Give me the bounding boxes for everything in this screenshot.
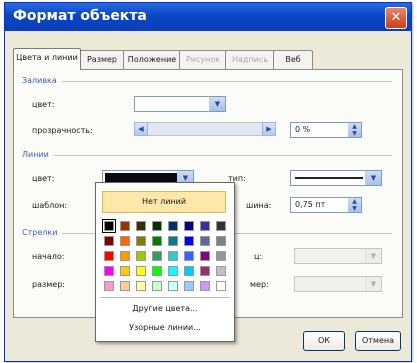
color-swatch[interactable] xyxy=(216,251,226,261)
color-swatch[interactable] xyxy=(136,236,146,246)
color-swatch[interactable] xyxy=(184,221,194,231)
title-bar[interactable]: Формат объекта ✕ xyxy=(5,3,411,31)
color-swatch[interactable] xyxy=(120,251,130,261)
color-swatch[interactable] xyxy=(136,266,146,276)
fill-color-label: цвет: xyxy=(32,100,55,109)
color-swatch[interactable] xyxy=(168,236,178,246)
cancel-button[interactable]: Отмена xyxy=(355,331,401,351)
line-style-preview xyxy=(295,177,363,179)
more-colors-option[interactable]: Другие цвета... xyxy=(96,304,234,313)
transparency-label: прозрачность: xyxy=(32,126,93,135)
transparency-slider[interactable] xyxy=(134,122,276,136)
color-swatch[interactable] xyxy=(120,221,130,231)
color-swatch[interactable] xyxy=(136,251,146,261)
fill-group-divider xyxy=(62,81,392,82)
fill-group-label: Заливка xyxy=(22,76,57,85)
color-swatch[interactable] xyxy=(216,281,226,291)
color-swatch[interactable] xyxy=(168,221,178,231)
line-color-dropdown: Нет линий Другие цвета... Узорные линии.… xyxy=(95,182,235,342)
color-swatch[interactable] xyxy=(200,266,210,276)
close-icon[interactable]: ✕ xyxy=(385,7,407,29)
line-color-label: цвет: xyxy=(32,174,55,183)
arrow-end-combo: ▼ xyxy=(294,248,382,264)
tab-picture: Рисунок xyxy=(179,50,227,69)
lines-group-divider xyxy=(54,155,392,156)
patterned-lines-option[interactable]: Узорные линии... xyxy=(96,323,234,332)
color-swatch[interactable] xyxy=(104,281,114,291)
color-swatch[interactable] xyxy=(152,266,162,276)
color-swatch[interactable] xyxy=(200,281,210,291)
color-swatch[interactable] xyxy=(104,251,114,261)
arrow-end-size-combo: ▼ xyxy=(294,276,382,292)
color-swatch[interactable] xyxy=(152,281,162,291)
color-swatch[interactable] xyxy=(184,281,194,291)
no-line-option[interactable]: Нет линий xyxy=(102,191,226,213)
color-swatch[interactable] xyxy=(200,221,210,231)
color-swatch[interactable] xyxy=(120,281,130,291)
color-swatch[interactable] xyxy=(216,236,226,246)
color-swatch[interactable] xyxy=(120,236,130,246)
fill-color-combo[interactable]: ▼ xyxy=(134,96,226,112)
color-swatch[interactable] xyxy=(104,266,114,276)
color-swatch[interactable] xyxy=(200,251,210,261)
color-swatch[interactable] xyxy=(136,281,146,291)
line-type-combo[interactable]: ▼ xyxy=(290,170,382,186)
color-swatch[interactable] xyxy=(136,221,146,231)
transparency-value: 0 % xyxy=(295,125,311,134)
color-swatch[interactable] xyxy=(216,221,226,231)
tab-web[interactable]: Веб xyxy=(273,50,313,69)
color-swatch[interactable] xyxy=(184,251,194,261)
transparency-spinner[interactable]: 0 % ▲ ▼ xyxy=(290,122,362,138)
tab-size[interactable]: Размер xyxy=(79,50,125,69)
chevron-down-icon: ▼ xyxy=(365,249,381,263)
window-title: Формат объекта xyxy=(13,8,147,24)
color-swatch[interactable] xyxy=(216,266,226,276)
color-swatch[interactable] xyxy=(120,266,130,276)
color-swatch[interactable] xyxy=(184,266,194,276)
slider-left-arrow-icon[interactable]: ◀ xyxy=(134,122,148,136)
line-pattern-label: шаблон: xyxy=(32,201,68,210)
color-swatch[interactable] xyxy=(152,251,162,261)
color-swatch[interactable] xyxy=(104,236,114,246)
color-swatch[interactable] xyxy=(200,236,210,246)
ok-button[interactable]: ОК xyxy=(303,331,345,351)
arrow-end-size-label: мер: xyxy=(250,280,269,289)
chevron-down-icon[interactable]: ▼ xyxy=(209,97,225,111)
tab-position[interactable]: Положение xyxy=(123,50,181,69)
color-swatch[interactable] xyxy=(152,236,162,246)
color-swatch[interactable] xyxy=(168,281,178,291)
lines-group-label: Линии xyxy=(22,150,49,159)
slider-right-arrow-icon[interactable]: ▶ xyxy=(262,122,276,136)
arrow-begin-label: начало: xyxy=(32,252,65,261)
line-weight-spinner[interactable]: 0,75 пт ▲ ▼ xyxy=(290,197,362,213)
line-weight-label: шина: xyxy=(246,201,272,210)
color-swatch[interactable] xyxy=(184,236,194,246)
line-weight-value: 0,75 пт xyxy=(295,200,326,209)
color-swatch[interactable] xyxy=(168,266,178,276)
tab-colors-and-lines[interactable]: Цвета и линии xyxy=(13,48,81,70)
color-swatch[interactable] xyxy=(102,219,116,233)
tab-text-box: Надпись xyxy=(225,50,275,69)
arrows-group-label: Стрелки xyxy=(22,228,58,237)
spinner-arrows-icon[interactable]: ▲ ▼ xyxy=(348,198,361,212)
arrow-begin-size-label: размер: xyxy=(32,280,65,289)
chevron-down-icon[interactable]: ▼ xyxy=(365,171,381,185)
color-swatch[interactable] xyxy=(168,251,178,261)
spinner-arrows-icon[interactable]: ▲ ▼ xyxy=(348,123,361,137)
arrow-end-label: ц: xyxy=(254,252,263,261)
color-swatch[interactable] xyxy=(152,221,162,231)
popup-separator xyxy=(100,297,230,298)
chevron-down-icon: ▼ xyxy=(365,277,381,291)
